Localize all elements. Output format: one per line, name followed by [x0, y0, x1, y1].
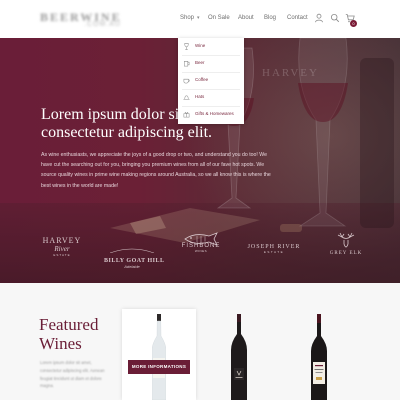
featured-description: Lorem ipsum dolor sit amet, consectetur … — [40, 360, 105, 389]
brand-subtitle: WINES — [194, 249, 208, 253]
brand-logo-billy-goat-hill[interactable]: BILLY GOAT HILL Adelaide — [104, 240, 164, 269]
shop-dropdown-menu: Wine Beer Coffee Hats Gifts & Homewares — [178, 38, 244, 124]
nav-shop-label: Shop — [180, 15, 195, 21]
brand-logo-fishbone[interactable]: FISHBONE WINES — [176, 232, 226, 253]
menu-item-label: Hats — [195, 94, 205, 99]
search-icon[interactable] — [330, 13, 340, 23]
white-wine-bottle-image — [152, 314, 166, 400]
site-header: BEERWINE .COM.AU Shop ▾ On Sale About Blo… — [0, 0, 400, 38]
nav-shop[interactable]: Shop ▾ — [180, 15, 200, 21]
chevron-down-icon: ▾ — [197, 15, 200, 21]
menu-item-label: Beer — [195, 60, 205, 65]
svg-text:HARVEY: HARVEY — [262, 67, 319, 79]
menu-item-coffee[interactable]: Coffee — [178, 72, 244, 89]
site-logo[interactable]: BEERWINE .COM.AU — [40, 8, 130, 32]
logo-domain: .COM.AU — [84, 21, 121, 28]
brand-name: HARVEY — [42, 236, 82, 245]
gift-icon — [183, 112, 190, 118]
nav-on-sale[interactable]: On Sale — [208, 15, 230, 21]
menu-item-label: Gifts & Homewares — [195, 111, 234, 116]
red-wine-bottle-image — [311, 314, 327, 400]
elk-icon — [337, 232, 355, 248]
nav-about[interactable]: About — [238, 15, 254, 21]
user-icon[interactable] — [314, 13, 324, 23]
brand-logo-joseph-river[interactable]: JOSEPH RIVER ESTATE — [244, 244, 304, 254]
menu-item-label: Coffee — [195, 77, 209, 82]
nav-contact[interactable]: Contact — [287, 15, 308, 21]
hero-description: As wine enthusiasts, we appreciate the j… — [41, 152, 271, 189]
menu-item-wine[interactable]: Wine — [178, 38, 244, 55]
red-wine-bottle-image — [231, 314, 247, 400]
wine-glass-icon — [184, 43, 189, 50]
fish-icon — [184, 232, 218, 246]
beer-icon — [184, 61, 190, 67]
nav-blog[interactable]: Blog — [264, 15, 276, 21]
menu-item-beer[interactable]: Beer — [178, 55, 244, 72]
brand-subtitle: ESTATE — [53, 253, 71, 257]
brand-subtitle: ESTATE — [263, 250, 285, 254]
arc-ornament-icon — [109, 248, 155, 254]
cart-count-badge: 0 — [350, 20, 357, 27]
brand-logo-grey-elk[interactable]: GREY ELK — [326, 232, 366, 256]
menu-item-gifts-homewares[interactable]: Gifts & Homewares — [178, 106, 244, 123]
hat-icon — [183, 95, 190, 100]
featured-title: Featured Wines — [39, 315, 99, 353]
coffee-icon — [183, 78, 190, 84]
brand-logo-harvey-river[interactable]: HARVEY River ESTATE — [40, 236, 84, 257]
more-informations-button[interactable]: MORE INFORMATIONS — [128, 360, 190, 374]
brand-name-script: Adelaide — [124, 264, 140, 269]
brand-name-script: River — [54, 245, 70, 253]
menu-item-label: Wine — [195, 43, 206, 48]
menu-item-hats[interactable]: Hats — [178, 89, 244, 106]
